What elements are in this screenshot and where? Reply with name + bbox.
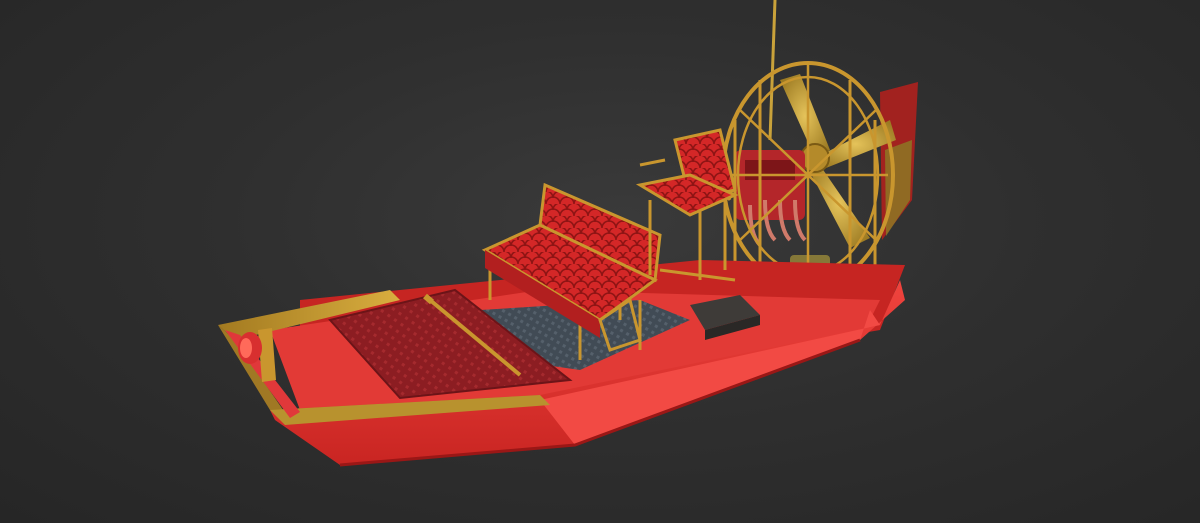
model-viewer-canvas[interactable] (0, 0, 1200, 523)
airboat-scene (218, 0, 918, 467)
